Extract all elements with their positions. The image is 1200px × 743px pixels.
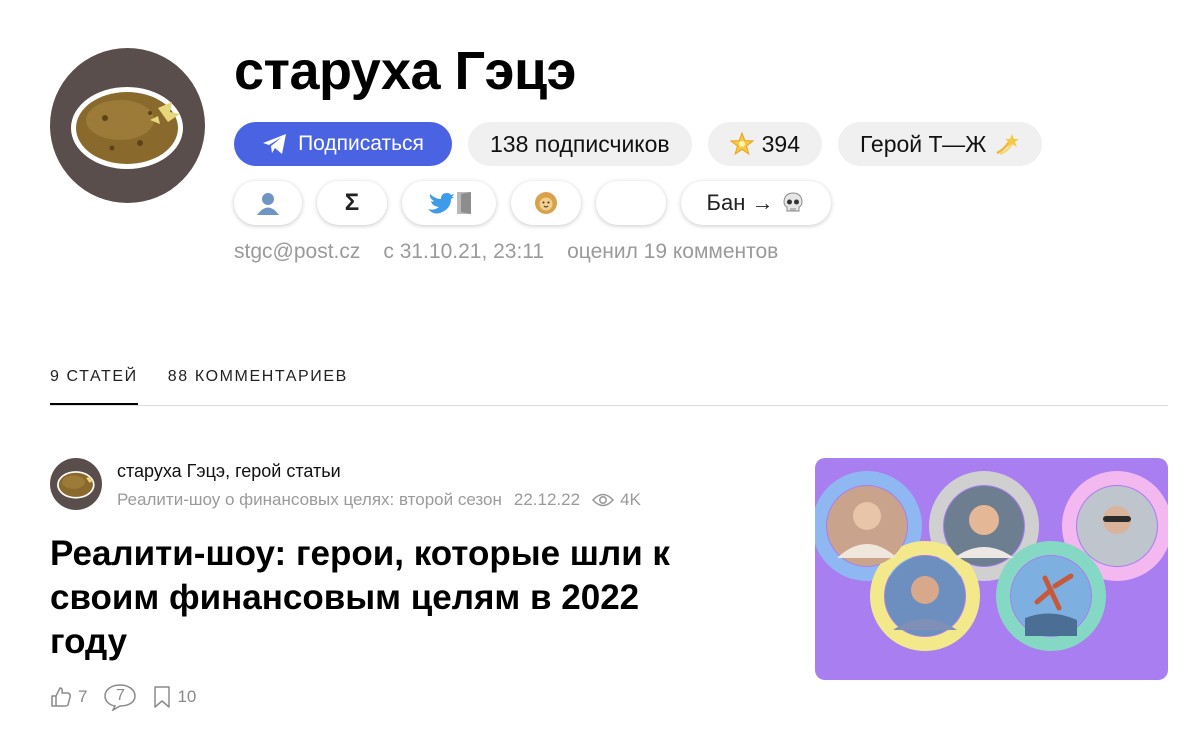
telegram-plane-icon xyxy=(262,133,298,155)
profile-since: с 31.10.21, 23:11 xyxy=(383,240,545,263)
bookmark-icon xyxy=(153,686,171,708)
profile-chips-row: Подписаться 138 подписчиков 394 Герой Т—… xyxy=(234,122,1043,166)
comment-count: 7 xyxy=(116,687,125,704)
ban-label: Бан → xyxy=(706,190,774,215)
hero-badge-label: Герой Т—Ж xyxy=(860,130,987,157)
post-author-line[interactable]: старуха Гэцэ, герой статьи xyxy=(117,461,341,482)
skull-icon xyxy=(781,191,805,215)
profile-meta: stgc@post.cz с 31.10.21, 23:11 оценил 19… xyxy=(234,240,778,264)
rating-chip[interactable]: 394 xyxy=(707,122,823,166)
post-thumbnail[interactable] xyxy=(815,458,1168,680)
profile-avatar xyxy=(50,48,205,203)
post-title[interactable]: Реалити-шоу: герои, которые шли к своим … xyxy=(50,532,690,664)
bookmark-button[interactable]: 10 xyxy=(153,686,196,708)
comments-button[interactable]: 7 xyxy=(103,683,137,711)
like-button[interactable]: 7 xyxy=(50,686,87,708)
tabs-divider xyxy=(50,405,1168,406)
followers-label: 138 подписчиков xyxy=(490,130,670,157)
subscribe-button[interactable]: Подписаться xyxy=(234,122,452,166)
twitter-badge[interactable] xyxy=(402,181,496,225)
rating-value: 394 xyxy=(761,130,801,157)
thumbs-up-icon xyxy=(50,686,72,708)
ban-badge[interactable]: Бан → xyxy=(681,181,831,225)
sigma-icon: Σ xyxy=(344,189,360,216)
hero-badge-chip[interactable]: Герой Т—Ж xyxy=(838,122,1043,166)
profile-badges-row: Σ Бан → xyxy=(234,181,831,225)
twitter-bird-door-icon xyxy=(426,191,472,215)
tab-comments[interactable]: 88 КОММЕНТАРИЕВ xyxy=(168,366,348,406)
bookmark-count: 10 xyxy=(177,687,197,706)
post-actions: 7 7 10 xyxy=(50,683,196,711)
profile-email[interactable]: stgc@post.cz xyxy=(234,240,360,264)
subscribe-label: Подписаться xyxy=(298,132,424,155)
post-views: 4K xyxy=(620,490,641,509)
comment-bubble-icon: 7 xyxy=(103,683,137,711)
person-badge[interactable] xyxy=(234,181,302,225)
shooting-star-icon xyxy=(994,132,1020,156)
empty-badge[interactable] xyxy=(596,181,666,225)
person-icon xyxy=(255,190,281,216)
lion-badge[interactable] xyxy=(511,181,581,225)
like-count: 7 xyxy=(78,687,88,706)
post-series[interactable]: Реалити-шоу о финансовых целях: второй с… xyxy=(117,490,502,510)
followers-button[interactable]: 138 подписчиков xyxy=(468,122,692,166)
star-icon xyxy=(729,132,754,156)
profile-tabs: 9 СТАТЕЙ 88 КОММЕНТАРИЕВ xyxy=(50,366,348,406)
post-author-avatar[interactable] xyxy=(50,458,102,510)
tab-articles[interactable]: 9 СТАТЕЙ xyxy=(50,366,138,406)
profile-name: старуха Гэцэ xyxy=(234,41,577,101)
post-meta: Реалити-шоу о финансовых целях: второй с… xyxy=(117,490,641,510)
profile-rated: оценил 19 комментов xyxy=(567,240,779,263)
sigma-badge[interactable]: Σ xyxy=(317,181,387,225)
lion-icon xyxy=(533,190,559,216)
post-date: 22.12.22 xyxy=(513,490,581,509)
eye-icon xyxy=(592,492,615,508)
